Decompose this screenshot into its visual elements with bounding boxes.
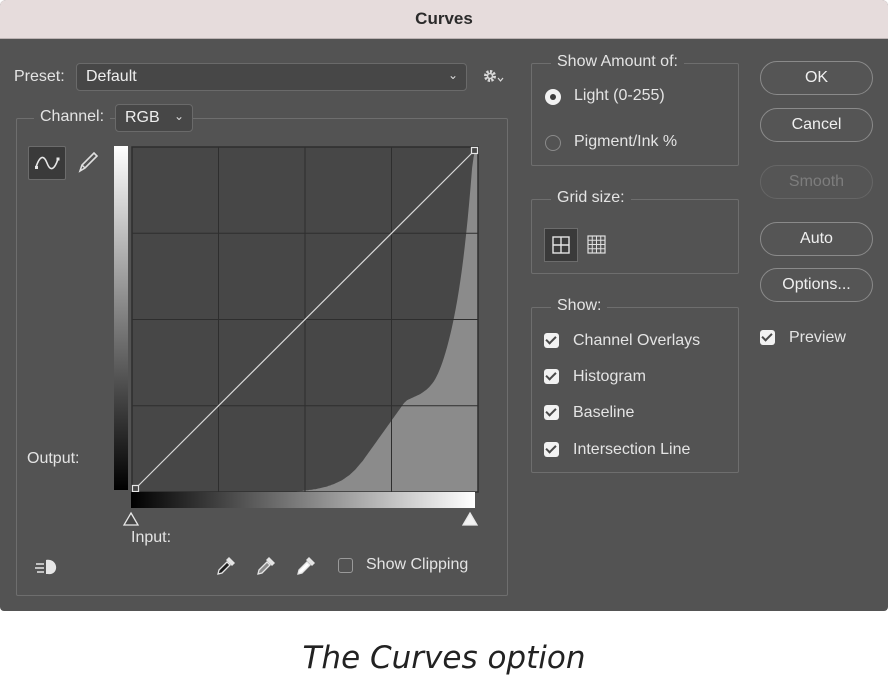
black-input-slider[interactable] xyxy=(122,511,140,527)
input-gradient-bar xyxy=(131,492,475,508)
pigment-label: Pigment/Ink % xyxy=(574,133,678,150)
grid-4x4-icon[interactable] xyxy=(544,228,578,262)
baseline-checkbox[interactable] xyxy=(544,405,559,420)
preset-dropdown[interactable]: Default ⌄ xyxy=(76,63,467,91)
intersection-line-checkbox[interactable] xyxy=(544,442,559,457)
preview-label: Preview xyxy=(789,329,846,346)
curve-icon xyxy=(35,156,60,170)
ok-button[interactable]: OK xyxy=(760,61,873,95)
options-button[interactable]: Options... xyxy=(760,268,873,302)
light-label: Light (0-255) xyxy=(574,87,665,104)
figure-caption: The Curves option xyxy=(302,640,586,676)
show-clipping-checkbox[interactable] xyxy=(338,558,353,573)
preset-label: Preset: xyxy=(14,68,65,85)
pigment-radio[interactable] xyxy=(545,135,561,151)
channel-overlays-checkbox[interactable] xyxy=(544,333,559,348)
preview-checkbox[interactable] xyxy=(760,330,775,345)
pencil-tool[interactable] xyxy=(76,150,100,176)
black-point-eyedropper-icon[interactable] xyxy=(214,554,238,578)
channel-overlays-label: Channel Overlays xyxy=(573,332,701,349)
black-point-handle[interactable] xyxy=(131,484,140,493)
preset-value: Default xyxy=(86,68,137,85)
show-clipping-label: Show Clipping xyxy=(366,556,469,573)
curves-dialog: Curves Preset: Default ⌄ Channel: RGB ⌄ … xyxy=(0,0,888,611)
white-point-eyedropper-icon[interactable] xyxy=(294,554,318,578)
show-amount-title: Show Amount of: xyxy=(551,53,684,71)
output-label: Output: xyxy=(27,450,80,467)
pencil-icon xyxy=(78,151,99,173)
channel-value: RGB xyxy=(125,109,160,126)
curve-graph[interactable] xyxy=(130,145,480,494)
histogram-label: Histogram xyxy=(573,368,646,385)
chevron-down-icon: ⌄ xyxy=(173,109,184,123)
target-adjust-icon[interactable] xyxy=(34,556,62,578)
smooth-button[interactable]: Smooth xyxy=(760,165,873,199)
white-point-handle[interactable] xyxy=(470,146,479,155)
output-gradient-bar xyxy=(114,146,128,490)
auto-button[interactable]: Auto xyxy=(760,222,873,256)
channel-label: Channel: xyxy=(34,108,111,126)
intersection-line-label: Intersection Line xyxy=(573,441,691,458)
curve-point-tool[interactable] xyxy=(28,146,66,180)
cancel-button[interactable]: Cancel xyxy=(760,108,873,142)
grid-10x10-icon[interactable] xyxy=(585,233,609,257)
dialog-title: Curves xyxy=(0,0,888,39)
gray-point-eyedropper-icon[interactable] xyxy=(254,554,278,578)
grid-size-title: Grid size: xyxy=(551,189,631,207)
light-radio[interactable] xyxy=(545,89,561,105)
input-label: Input: xyxy=(131,529,172,546)
chevron-down-icon: ⌄ xyxy=(447,68,458,82)
baseline-label: Baseline xyxy=(573,404,635,421)
white-input-slider[interactable] xyxy=(461,511,479,527)
channel-dropdown[interactable]: RGB ⌄ xyxy=(115,104,193,132)
histogram-checkbox[interactable] xyxy=(544,369,559,384)
show-title: Show: xyxy=(551,297,608,315)
gear-icon[interactable] xyxy=(482,67,504,87)
